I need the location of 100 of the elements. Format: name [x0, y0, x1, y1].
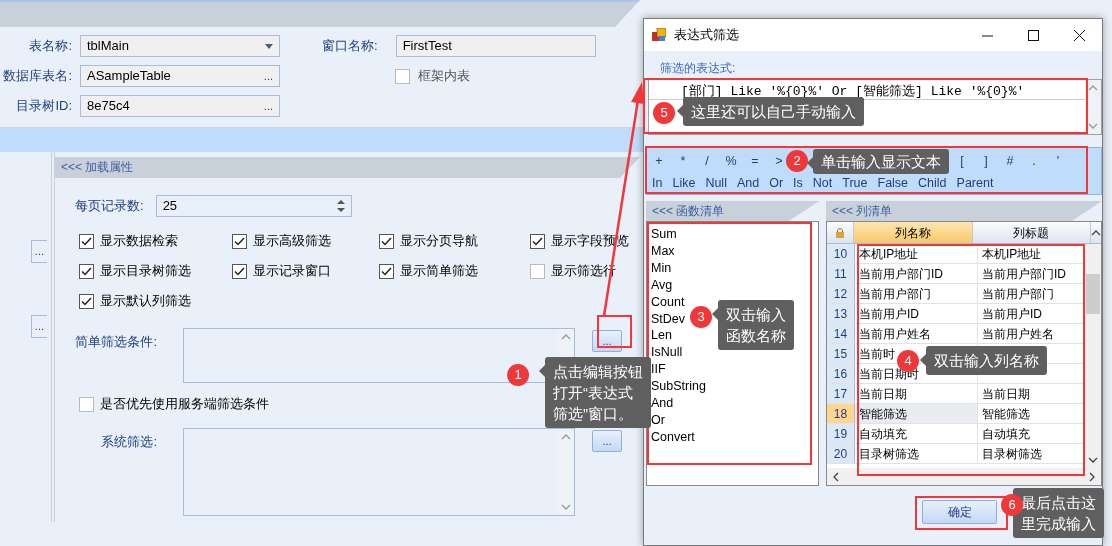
- checkbox[interactable]: [79, 293, 94, 309]
- checkbox[interactable]: [379, 263, 394, 279]
- dropdown-caret-icon[interactable]: [265, 43, 273, 49]
- highlight-frame: [597, 315, 632, 348]
- browse-button[interactable]: ...: [30, 240, 47, 263]
- table-cell[interactable]: 当前日期: [855, 384, 978, 403]
- list-item[interactable]: Convert: [651, 428, 818, 446]
- list-item[interactable]: And: [651, 395, 818, 412]
- field-label: 窗口名称:: [322, 37, 378, 56]
- list-item[interactable]: Max: [651, 242, 818, 260]
- scroll-right-icon[interactable]: [1089, 471, 1095, 482]
- number-spinner[interactable]: 25: [155, 195, 352, 217]
- table-cell[interactable]: 当前用户部门: [855, 284, 978, 303]
- input-field[interactable]: FirstTest: [395, 35, 596, 57]
- ok-button[interactable]: 确定: [922, 500, 997, 524]
- browse-button[interactable]: ...: [263, 70, 273, 82]
- column-header[interactable]: 列名称: [854, 222, 973, 243]
- keyword-key[interactable]: Or: [764, 173, 789, 193]
- row-number[interactable]: 10: [827, 244, 855, 263]
- list-item[interactable]: SubString: [651, 378, 818, 396]
- field-value: ASampleTable: [87, 67, 171, 86]
- field-value: 25: [162, 197, 178, 216]
- row-number[interactable]: 17: [827, 384, 855, 403]
- operator-key[interactable]: ': [1046, 151, 1070, 171]
- operator-key[interactable]: [: [950, 151, 974, 171]
- checkbox-label: 显示字段预览: [551, 232, 629, 251]
- table-cell[interactable]: 智能筛选: [855, 404, 978, 423]
- table-cell[interactable]: 当前用户ID: [855, 304, 978, 323]
- field-label: 系统筛选:: [100, 433, 158, 451]
- checkbox[interactable]: [79, 263, 94, 279]
- table-cell[interactable]: 自动填充: [855, 424, 978, 443]
- operator-key[interactable]: %: [719, 151, 743, 171]
- list-item[interactable]: Avg: [651, 276, 818, 294]
- scroll-down-icon[interactable]: [1087, 456, 1098, 464]
- table-cell[interactable]: 本机IP地址: [855, 244, 978, 263]
- keyword-key[interactable]: In: [647, 173, 668, 193]
- table-cell[interactable]: 当前用户部门ID: [855, 264, 978, 283]
- checkbox[interactable]: [530, 263, 545, 279]
- keyword-key[interactable]: Like: [667, 173, 701, 193]
- operator-key[interactable]: *: [671, 151, 695, 171]
- list-item[interactable]: Sum: [651, 226, 818, 243]
- operator-key[interactable]: ]: [974, 151, 998, 171]
- scroll-left-icon[interactable]: [833, 471, 839, 482]
- expression-label: 筛选的表达式:: [660, 60, 737, 77]
- row-number[interactable]: 19: [827, 424, 855, 443]
- table-cell[interactable]: 目录树筛选: [855, 444, 978, 463]
- row-number[interactable]: 15: [827, 344, 855, 363]
- operator-key[interactable]: #: [998, 151, 1022, 171]
- operator-key[interactable]: +: [647, 151, 671, 171]
- column-header[interactable]: 列标题: [972, 222, 1091, 243]
- checkbox[interactable]: [395, 68, 410, 84]
- maximize-icon[interactable]: [1027, 29, 1039, 41]
- checkbox-label: 显示默认列筛选: [100, 292, 191, 311]
- checkbox-label: 显示简单筛选: [400, 262, 478, 281]
- row-number[interactable]: 16: [827, 364, 855, 383]
- checkbox-label: 显示记录窗口: [253, 262, 331, 281]
- row-number[interactable]: 12: [827, 284, 855, 303]
- keyword-key[interactable]: Null: [700, 173, 732, 193]
- panel-header[interactable]: <<< 函数清单: [646, 201, 819, 221]
- scroll-up-icon[interactable]: [1091, 228, 1101, 237]
- checkbox[interactable]: [79, 233, 94, 249]
- panel-header[interactable]: <<< 列清单: [826, 201, 1102, 221]
- input-field[interactable]: ASampleTable ...: [80, 65, 280, 87]
- input-field[interactable]: tblMain: [80, 35, 280, 57]
- scrollbar-thumb[interactable]: [1085, 274, 1100, 314]
- checkbox[interactable]: [379, 233, 394, 249]
- input-field[interactable]: 8e75c4 ...: [80, 95, 280, 117]
- row-number[interactable]: 13: [827, 304, 855, 323]
- checkbox[interactable]: [530, 233, 545, 249]
- browse-button[interactable]: ...: [30, 315, 47, 338]
- list-item[interactable]: Or: [651, 411, 818, 429]
- keyword-key[interactable]: Parent: [951, 173, 999, 193]
- operator-key[interactable]: .: [1022, 151, 1046, 171]
- close-icon[interactable]: [1073, 29, 1085, 41]
- field-label: 表名称:: [28, 37, 72, 56]
- browse-button[interactable]: ...: [263, 100, 273, 112]
- callout-tooltip: 双击输入列名称: [926, 346, 1047, 375]
- list-item[interactable]: Min: [651, 259, 818, 277]
- checkbox-label: 显示数据检索: [100, 232, 178, 251]
- keyword-key[interactable]: And: [731, 173, 765, 193]
- list-item[interactable]: IIF: [651, 361, 818, 379]
- row-number[interactable]: 18: [827, 404, 855, 423]
- checkbox[interactable]: [79, 396, 94, 412]
- row-number[interactable]: 20: [827, 444, 855, 463]
- operator-key[interactable]: /: [695, 151, 719, 171]
- checkbox[interactable]: [232, 263, 247, 279]
- row-number[interactable]: 14: [827, 324, 855, 343]
- operator-key[interactable]: =: [743, 151, 767, 171]
- edit-button[interactable]: ...: [592, 430, 622, 452]
- checkbox[interactable]: [232, 233, 247, 249]
- spinner-arrows-icon[interactable]: [336, 199, 345, 213]
- app-icon: [652, 28, 666, 42]
- callout-tooltip: 点击编辑按钮打开“表达式筛选”窗口。: [545, 357, 651, 428]
- row-number[interactable]: 11: [827, 264, 855, 283]
- checkbox-label: 显示目录树筛选: [100, 262, 191, 281]
- scrollbar[interactable]: [827, 468, 1101, 485]
- table-cell[interactable]: 当前用户姓名: [855, 324, 978, 343]
- field-label: 目录树ID:: [15, 97, 72, 116]
- section-header[interactable]: <<< 加载属性: [55, 157, 640, 178]
- keyword-key[interactable]: Is: [788, 173, 808, 193]
